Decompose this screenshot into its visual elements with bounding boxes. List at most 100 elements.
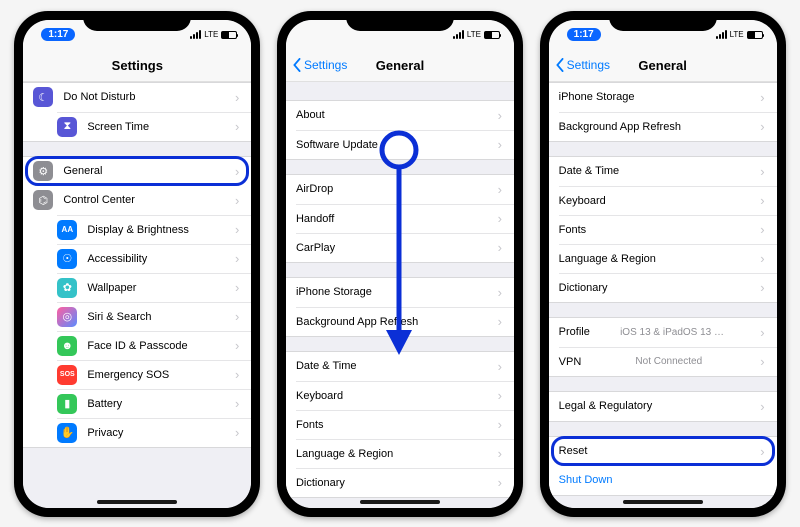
- row-label: Language & Region: [559, 253, 656, 265]
- row-label: Emergency SOS: [87, 369, 169, 381]
- nav-bar: Settings General: [286, 50, 514, 82]
- row-handoff[interactable]: Handoff›: [296, 204, 514, 233]
- row-dictionary[interactable]: Dictionary›: [296, 468, 514, 497]
- chevron-right-icon: ›: [235, 425, 241, 440]
- battery-icon: [484, 31, 500, 39]
- chevron-right-icon: ›: [760, 119, 766, 134]
- row-date-time[interactable]: Date & Time›: [549, 157, 777, 186]
- general-list-scrolled[interactable]: iPhone Storage› Background App Refresh› …: [549, 82, 777, 508]
- row-bg-refresh[interactable]: Background App Refresh ›: [559, 112, 777, 141]
- battery-icon: [747, 31, 763, 39]
- notch: [83, 11, 191, 31]
- chevron-right-icon: ›: [760, 164, 766, 179]
- chevron-right-icon: ›: [235, 164, 241, 179]
- row-faceid[interactable]: ☻ Face ID & Passcode ›: [57, 331, 251, 360]
- row-label: iPhone Storage: [296, 286, 372, 298]
- row-privacy[interactable]: ✋ Privacy ›: [57, 418, 251, 447]
- row-language-region[interactable]: Language & Region›: [296, 439, 514, 468]
- settings-list[interactable]: ☾ Do Not Disturb › ⧗ Screen Time › ⚙ Gen…: [23, 82, 251, 508]
- row-about[interactable]: About›: [286, 101, 514, 130]
- row-legal[interactable]: Legal & Regulatory›: [549, 392, 777, 421]
- row-control-center[interactable]: ⌬ Control Center ›: [23, 186, 251, 215]
- chevron-right-icon: ›: [235, 193, 241, 208]
- home-indicator[interactable]: [623, 500, 703, 504]
- row-label: Fonts: [559, 224, 587, 236]
- switches-icon: ⌬: [33, 190, 53, 210]
- row-value: iOS 13 & iPadOS 13 Beta Softwar...: [620, 327, 730, 338]
- nav-title: Settings: [112, 58, 163, 73]
- row-vpn[interactable]: VPN Not Connected ›: [559, 347, 777, 376]
- home-indicator[interactable]: [97, 500, 177, 504]
- signal-icon: [453, 30, 464, 39]
- row-general[interactable]: ⚙ General ›: [23, 157, 251, 186]
- chevron-right-icon: ›: [760, 280, 766, 295]
- row-label: iPhone Storage: [559, 91, 635, 103]
- chevron-right-icon: ›: [235, 338, 241, 353]
- back-button[interactable]: Settings: [292, 58, 347, 72]
- row-accessibility[interactable]: ☉ Accessibility ›: [57, 244, 251, 273]
- row-shut-down[interactable]: Shut Down: [549, 466, 777, 495]
- row-software-update[interactable]: Software Update›: [296, 130, 514, 159]
- row-label: Profile: [559, 326, 590, 338]
- phone-frame-3: 1:17 LTE Settings General iPhone Storage…: [540, 11, 786, 517]
- notch: [609, 11, 717, 31]
- phone-frame-1: 1:17 LTE Settings ☾ Do Not Disturb › ⧗ S…: [14, 11, 260, 517]
- row-keyboard[interactable]: Keyboard›: [296, 381, 514, 410]
- row-screen-time[interactable]: ⧗ Screen Time ›: [57, 112, 251, 141]
- row-iphone-storage[interactable]: iPhone Storage›: [286, 278, 514, 307]
- row-label: Do Not Disturb: [63, 91, 135, 103]
- status-time: 1:17: [41, 28, 75, 41]
- row-bg-refresh[interactable]: Background App Refresh›: [296, 307, 514, 336]
- row-wallpaper[interactable]: ✿ Wallpaper ›: [57, 273, 251, 302]
- row-label: AirDrop: [296, 183, 333, 195]
- status-right: LTE: [190, 30, 237, 39]
- row-label: Accessibility: [87, 253, 147, 265]
- nav-title: General: [376, 58, 424, 73]
- chevron-right-icon: ›: [760, 222, 766, 237]
- row-date-time[interactable]: Date & Time›: [286, 352, 514, 381]
- row-carplay[interactable]: CarPlay›: [296, 233, 514, 262]
- row-label: About: [296, 109, 325, 121]
- home-indicator[interactable]: [360, 500, 440, 504]
- chevron-right-icon: ›: [498, 359, 504, 374]
- chevron-right-icon: ›: [235, 367, 241, 382]
- chevron-right-icon: ›: [235, 396, 241, 411]
- nav-bar: Settings: [23, 50, 251, 82]
- chevron-right-icon: ›: [498, 182, 504, 197]
- row-airdrop[interactable]: AirDrop ›: [286, 175, 514, 204]
- row-label: Keyboard: [296, 390, 343, 402]
- row-siri[interactable]: ◎ Siri & Search ›: [57, 302, 251, 331]
- row-label: Face ID & Passcode: [87, 340, 187, 352]
- row-battery[interactable]: ▮ Battery ›: [57, 389, 251, 418]
- gear-icon: ⚙: [33, 161, 53, 181]
- chevron-right-icon: ›: [498, 211, 504, 226]
- row-fonts[interactable]: Fonts ›: [559, 215, 777, 244]
- status-right: LTE: [716, 30, 763, 39]
- row-language-region[interactable]: Language & Region ›: [559, 244, 777, 273]
- row-label: Control Center: [63, 194, 135, 206]
- general-list[interactable]: About› Software Update› AirDrop› Handoff…: [286, 82, 514, 508]
- network-label: LTE: [730, 30, 744, 39]
- accessibility-icon: ☉: [57, 249, 77, 269]
- chevron-right-icon: ›: [760, 251, 766, 266]
- notch: [346, 11, 454, 31]
- row-do-not-disturb[interactable]: ☾ Do Not Disturb ›: [23, 83, 251, 112]
- row-sos[interactable]: SOS Emergency SOS ›: [57, 360, 251, 389]
- chevron-right-icon: ›: [235, 90, 241, 105]
- back-button[interactable]: Settings: [555, 58, 610, 72]
- row-display[interactable]: AA Display & Brightness ›: [57, 215, 251, 244]
- row-keyboard[interactable]: Keyboard ›: [559, 186, 777, 215]
- row-label: Reset: [559, 445, 588, 457]
- back-label: Settings: [567, 58, 610, 72]
- row-profile[interactable]: Profile iOS 13 & iPadOS 13 Beta Softwar.…: [549, 318, 777, 347]
- row-label: Background App Refresh: [559, 121, 681, 133]
- screen-3: 1:17 LTE Settings General iPhone Storage…: [549, 20, 777, 508]
- row-fonts[interactable]: Fonts›: [296, 410, 514, 439]
- battery-icon: ▮: [57, 394, 77, 414]
- chevron-right-icon: ›: [760, 193, 766, 208]
- row-label: Dictionary: [559, 282, 608, 294]
- row-iphone-storage[interactable]: iPhone Storage›: [549, 83, 777, 112]
- row-reset[interactable]: Reset›: [549, 437, 777, 466]
- row-dictionary[interactable]: Dictionary ›: [559, 273, 777, 302]
- row-label: Keyboard: [559, 195, 606, 207]
